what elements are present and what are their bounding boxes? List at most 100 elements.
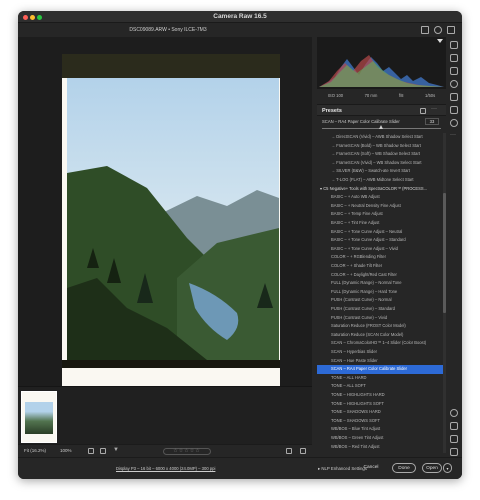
- preset-item[interactable]: FULL (Dynamic Range) – Hard Tone: [317, 288, 443, 297]
- filter-icon[interactable]: ▼: [113, 447, 119, 453]
- image-canvas[interactable]: [18, 37, 312, 388]
- crop-icon[interactable]: [450, 54, 458, 62]
- open-button[interactable]: Open: [422, 463, 442, 473]
- presets-icon[interactable]: [450, 119, 458, 127]
- cancel-button[interactable]: Cancel: [358, 463, 384, 473]
- preset-amount-value[interactable]: 33: [425, 118, 439, 125]
- preset-item[interactable]: WB/BOS – Blue Tint Adjust: [317, 425, 443, 434]
- file-name: DSC09089.ARW • Sony ILCE-7M3: [129, 27, 207, 33]
- shutter-value: 1/50s: [424, 92, 436, 98]
- star-rating[interactable]: ☆☆☆☆☆: [163, 448, 211, 455]
- preset-list: → DirectSCAN (Vivid) – AWB Shadow Select…: [317, 133, 446, 457]
- preset-item[interactable]: COLOR – + RGBlending Filter: [317, 253, 443, 262]
- preset-item[interactable]: → FrameSCAN (Soft) – WB Shadow Select St…: [317, 150, 443, 159]
- thumbnail-image: [25, 402, 53, 434]
- snapshots-icon[interactable]: [450, 106, 458, 114]
- hand-icon[interactable]: [450, 422, 458, 430]
- sort-icon[interactable]: [100, 448, 106, 454]
- presets-header: Presets ···: [317, 104, 446, 116]
- compare-view-icon[interactable]: [300, 448, 306, 454]
- preset-item[interactable]: → DirectSCAN (Vivid) – AWB Shadow Select…: [317, 133, 443, 142]
- fit-zoom-dropdown[interactable]: Fit (16.2%): [24, 448, 46, 453]
- camera-info: ISO 100 70 mm f/8 1/50s: [317, 90, 446, 100]
- open-options-chevron-icon[interactable]: ▾: [443, 463, 452, 473]
- iso-value: ISO 100: [327, 92, 344, 98]
- preset-item[interactable]: Saturation Reduce (FROST Color Model): [317, 322, 443, 331]
- preset-amount-label: SCAN – RA4 Paper Color Calibrate Slider: [322, 119, 400, 124]
- save-icon[interactable]: [421, 26, 429, 34]
- film-border-top: [62, 54, 280, 78]
- filmstrip-thumbnail[interactable]: [21, 391, 57, 443]
- preset-item[interactable]: COLOR – + Daylight/Red Cast Filter: [317, 271, 443, 280]
- preset-item[interactable]: TONE – ALL SOFT: [317, 382, 443, 391]
- preset-item[interactable]: BASIC – + Neutral Density Fine Adjust: [317, 202, 443, 211]
- preset-group[interactable]: ▾ C5 Negative+ Tools with SpectraCOLOR™ …: [317, 185, 443, 194]
- preset-item[interactable]: FULL (Dynamic Range) – Normal Tone: [317, 279, 443, 288]
- more-icon[interactable]: ···: [450, 132, 456, 138]
- title-bar: Camera Raw 16.5: [18, 11, 462, 23]
- preset-scroll-thumb[interactable]: [443, 193, 446, 313]
- heal-icon[interactable]: [450, 67, 458, 75]
- more-options-icon[interactable]: ···: [431, 106, 437, 112]
- histogram-graph: [319, 39, 444, 87]
- photo-preview[interactable]: [67, 78, 279, 360]
- masking-icon[interactable]: [450, 80, 458, 88]
- header-bar: DSC09089.ARW • Sony ILCE-7M3: [18, 23, 462, 37]
- preset-item[interactable]: SCAN – Hyperbias Slider: [317, 348, 443, 357]
- gear-icon[interactable]: [434, 26, 442, 34]
- red-eye-icon[interactable]: [450, 93, 458, 101]
- preset-item[interactable]: TONE – SHADOWS HARD: [317, 408, 443, 417]
- preset-item[interactable]: TONE – HIGHLIGHTS SOFT: [317, 400, 443, 409]
- preset-item[interactable]: WB/BOS – Green Tint Adjust: [317, 434, 443, 443]
- done-button[interactable]: Done: [392, 463, 416, 473]
- preset-item[interactable]: Saturation Reduce (SCAN Color Model): [317, 331, 443, 340]
- fullscreen-icon[interactable]: [447, 26, 455, 34]
- preset-item[interactable]: TONE – ALL HARD: [317, 374, 443, 383]
- color-sampler-icon[interactable]: [450, 435, 458, 443]
- preset-amount-row: SCAN – RA4 Paper Color Calibrate Slider …: [317, 117, 446, 131]
- preset-item-selected[interactable]: SCAN – RA4 Paper Color Calibrate Slider: [317, 365, 443, 374]
- preset-item[interactable]: → FrameSCAN (Bold) – WB Shadow Select St…: [317, 142, 443, 151]
- preset-item[interactable]: PUSH (Contrast Curve) – Standard: [317, 305, 443, 314]
- preset-item[interactable]: BASIC – + Tone Curve Adjust – Vivid: [317, 245, 443, 254]
- status-bar: Fit (16.2%) 100% ▼ ☆☆☆☆☆: [18, 444, 312, 456]
- preset-item[interactable]: → FrameSCAN (Vivid) – WB Shadow Select S…: [317, 159, 443, 168]
- preset-item[interactable]: BASIC – + Tint Fine Adjust: [317, 219, 443, 228]
- workflow-options-link[interactable]: Display P3 – 16 bit – 6000 x 4000 (24.0M…: [116, 466, 215, 471]
- amount-slider-thumb[interactable]: [379, 125, 383, 129]
- preset-item[interactable]: BASIC – + Tone Curve Adjust – Neutral: [317, 228, 443, 237]
- before-after-icon[interactable]: [88, 448, 94, 454]
- right-panel: ISO 100 70 mm f/8 1/50s Presets ··· SCAN…: [317, 37, 446, 457]
- preset-item[interactable]: TONE – SHADOWS SOFT: [317, 417, 443, 426]
- histogram: [317, 37, 446, 89]
- presets-title: Presets: [322, 108, 342, 114]
- preset-scrollbar[interactable]: [443, 133, 446, 453]
- preset-item[interactable]: → T-LOG (FLAT) – AWB Midtone Select Star…: [317, 176, 443, 185]
- window-title: Camera Raw 16.5: [213, 13, 267, 20]
- preset-item[interactable]: BASIC – + Auto WB Adjust: [317, 193, 443, 202]
- preset-item[interactable]: SCAN – ChromaColorHD™ 1–4 Slider (Color …: [317, 339, 443, 348]
- landscape-image: [67, 166, 279, 360]
- new-preset-icon[interactable]: [420, 108, 426, 114]
- filmstrip: [18, 386, 312, 444]
- preset-item[interactable]: COLOR – + Shade Tilt Filter: [317, 262, 443, 271]
- zoom-icon[interactable]: [450, 409, 458, 417]
- focal-length-value: 70 mm: [364, 92, 378, 98]
- preset-item[interactable]: PUSH (Contrast Curve) – Vivid: [317, 314, 443, 323]
- preset-item[interactable]: BASIC – + Tone Curve Adjust – Standard: [317, 236, 443, 245]
- film-border-bottom: [62, 360, 280, 368]
- photo-frame: [62, 54, 280, 388]
- preset-item[interactable]: → SILVER (B&W) – Swatch-ate Invert Start: [317, 167, 443, 176]
- grid-icon[interactable]: [450, 448, 458, 456]
- preset-item[interactable]: SCAN – Hue Paste Slider: [317, 357, 443, 366]
- aperture-value: f/8: [398, 92, 404, 98]
- preset-item[interactable]: WB/BOS – Red Tint Adjust: [317, 443, 443, 452]
- preset-item[interactable]: PUSH (Contrast Curve) – Normal: [317, 296, 443, 305]
- bottom-bar: Display P3 – 16 bit – 6000 x 4000 (24.0M…: [18, 457, 462, 479]
- preset-item[interactable]: TONE – HIGHLIGHTS HARD: [317, 391, 443, 400]
- comment-icon[interactable]: [286, 448, 292, 454]
- camera-raw-window: Camera Raw 16.5 DSC09089.ARW • Sony ILCE…: [18, 11, 462, 479]
- zoom-level-dropdown[interactable]: 100%: [60, 448, 72, 453]
- edit-icon[interactable]: [450, 41, 458, 49]
- preset-item[interactable]: BASIC – + Temp Fine Adjust: [317, 210, 443, 219]
